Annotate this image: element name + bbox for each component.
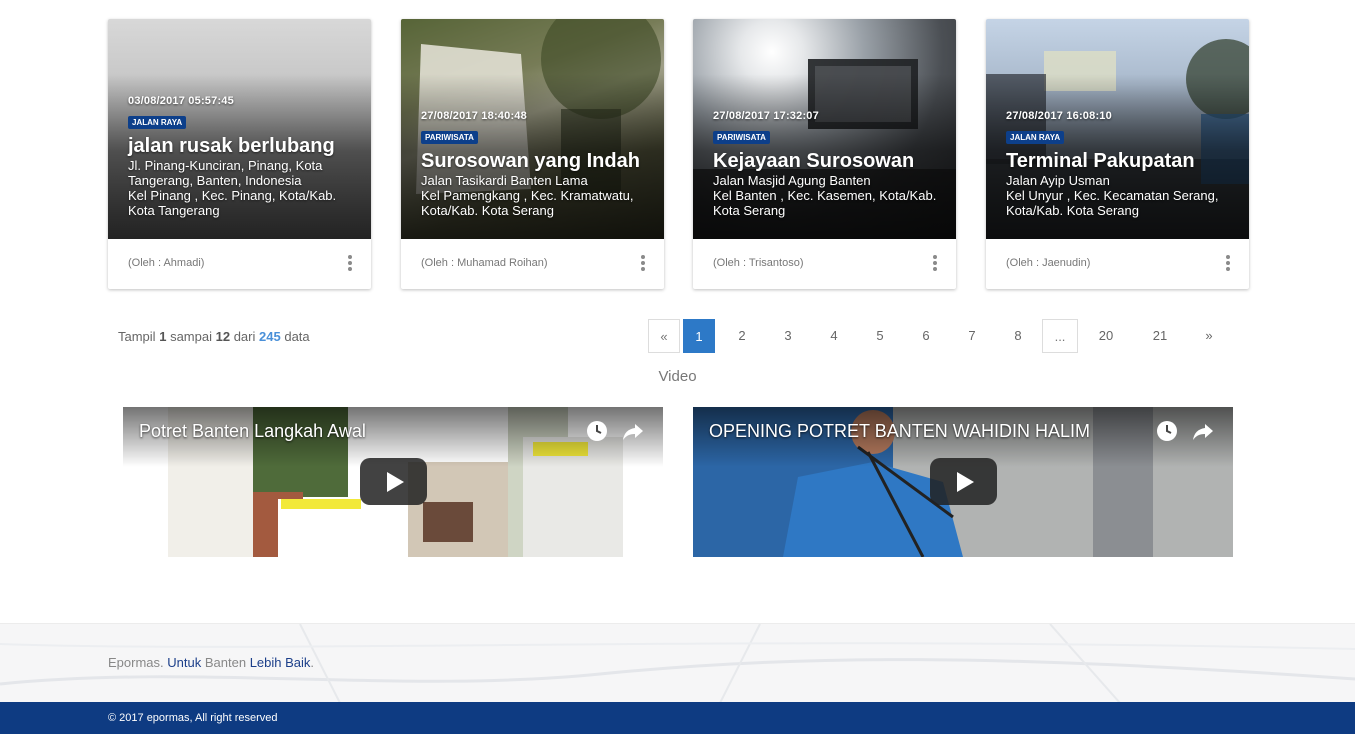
address-line: Kota Tangerang [128, 203, 220, 218]
category-badge: PARIWISATA [713, 131, 770, 144]
more-vertical-icon[interactable] [932, 255, 938, 271]
pagination-ellipsis: ... [1042, 319, 1078, 353]
address-line: Kel Pinang , Kec. Pinang, Kota/Kab. [128, 188, 337, 203]
pagination-page-7[interactable]: 7 [956, 319, 988, 353]
tagline-word: Banten [204, 655, 247, 670]
pagination-page-8[interactable]: 8 [1002, 319, 1034, 353]
pagination-page-4[interactable]: 4 [818, 319, 850, 353]
report-info: 27/08/2017 17:32:07 PARIWISATA Kejayaan … [713, 110, 942, 218]
report-author: (Oleh : Muhamad Roihan) [421, 257, 548, 269]
pagination-page-5[interactable]: 5 [864, 319, 896, 353]
report-author: (Oleh : Jaenudin) [1006, 257, 1091, 269]
report-info: 03/08/2017 05:57:45 JALAN RAYA jalan rus… [128, 95, 357, 218]
copyright-bar: © 2017 epormas, All right reserved [0, 702, 1355, 734]
report-card[interactable]: 27/08/2017 16:08:10 JALAN RAYA Terminal … [986, 19, 1249, 289]
address-line: Jalan Tasikardi Banten Lama [421, 173, 588, 188]
tagline-period: . [310, 655, 315, 670]
pagination-page-6[interactable]: 6 [910, 319, 942, 353]
tagline-word: Lebih Baik [249, 655, 311, 670]
report-address: Jl. Pinang-Kunciran, Pinang, Kota Tanger… [128, 158, 357, 218]
report-datetime: 27/08/2017 16:08:10 [1006, 110, 1112, 122]
summary-suffix: data [284, 329, 310, 344]
report-datetime: 27/08/2017 18:40:48 [421, 110, 527, 122]
report-card-grid: 03/08/2017 05:57:45 JALAN RAYA jalan rus… [108, 19, 1249, 289]
address-line: Kel Banten , Kec. Kasemen, Kota/Kab. [713, 188, 937, 203]
watch-later-icon[interactable] [585, 419, 609, 443]
category-badge: JALAN RAYA [1006, 131, 1065, 144]
tagline-word: Untuk [167, 655, 202, 670]
address-line: Jalan Masjid Agung Banten [713, 173, 871, 188]
report-footer: (Oleh : Muhamad Roihan) [401, 239, 664, 289]
summary-total: 245 [259, 329, 281, 344]
report-info: 27/08/2017 16:08:10 JALAN RAYA Terminal … [1006, 110, 1235, 218]
address-line: Kel Pamengkang , Kec. Kramatwatu, [421, 188, 634, 203]
report-footer: (Oleh : Jaenudin) [986, 239, 1249, 289]
report-datetime: 27/08/2017 17:32:07 [713, 110, 819, 122]
summary-prefix: Tampil [118, 329, 156, 344]
play-icon[interactable] [930, 458, 997, 505]
report-photo[interactable]: 27/08/2017 17:32:07 PARIWISATA Kejayaan … [693, 19, 956, 239]
report-photo[interactable]: 27/08/2017 18:40:48 PARIWISATA Surosowan… [401, 19, 664, 239]
pagination-prev-button[interactable]: « [648, 319, 680, 353]
tagline-brand: Epormas. [108, 655, 164, 670]
pagination-next-button[interactable]: » [1193, 319, 1225, 353]
more-vertical-icon[interactable] [1225, 255, 1231, 271]
report-address: Jalan Ayip Usman Kel Unyur , Kec. Kecama… [1006, 173, 1235, 218]
pagination-page-1[interactable]: 1 [683, 319, 715, 353]
address-line: Kota Serang [713, 203, 786, 218]
report-card[interactable]: 03/08/2017 05:57:45 JALAN RAYA jalan rus… [108, 19, 371, 289]
footer-tagline: Epormas. Untuk Banten Lebih Baik. [108, 655, 314, 670]
report-address: Jalan Masjid Agung Banten Kel Banten , K… [713, 173, 942, 218]
report-title[interactable]: Terminal Pakupatan [1006, 149, 1235, 173]
pagination-page-3[interactable]: 3 [772, 319, 804, 353]
address-line: Kota/Kab. Kota Serang [1006, 203, 1139, 218]
video-title[interactable]: OPENING POTRET BANTEN WAHIDIN HALIM [709, 421, 1090, 442]
category-badge: PARIWISATA [421, 131, 478, 144]
report-card[interactable]: 27/08/2017 17:32:07 PARIWISATA Kejayaan … [693, 19, 956, 289]
report-datetime: 03/08/2017 05:57:45 [128, 95, 234, 107]
summary-of: dari [233, 329, 256, 344]
play-icon[interactable] [360, 458, 427, 505]
report-title[interactable]: Kejayaan Surosowan [713, 149, 942, 173]
report-footer: (Oleh : Ahmadi) [108, 239, 371, 289]
pagination-page-2[interactable]: 2 [726, 319, 758, 353]
summary-to: 12 [215, 329, 231, 344]
report-title[interactable]: jalan rusak berlubang [128, 134, 357, 158]
address-line: Kota/Kab. Kota Serang [421, 203, 554, 218]
pagination-page-21[interactable]: 21 [1144, 319, 1176, 353]
page: 03/08/2017 05:57:45 JALAN RAYA jalan rus… [0, 0, 1355, 734]
copyright-text: © 2017 epormas, All right reserved [108, 712, 278, 724]
footer: Epormas. Untuk Banten Lebih Baik. [0, 623, 1355, 702]
report-photo[interactable]: 27/08/2017 16:08:10 JALAN RAYA Terminal … [986, 19, 1249, 239]
more-vertical-icon[interactable] [347, 255, 353, 271]
report-card[interactable]: 27/08/2017 18:40:48 PARIWISATA Surosowan… [401, 19, 664, 289]
video-player[interactable]: Potret Banten Langkah Awal [123, 407, 663, 557]
report-info: 27/08/2017 18:40:48 PARIWISATA Surosowan… [421, 110, 650, 218]
video-title[interactable]: Potret Banten Langkah Awal [139, 421, 366, 442]
address-line: Jalan Ayip Usman [1006, 173, 1110, 188]
share-icon[interactable] [1191, 419, 1215, 443]
report-footer: (Oleh : Trisantoso) [693, 239, 956, 289]
report-author: (Oleh : Ahmadi) [128, 257, 205, 269]
pagination-page-20[interactable]: 20 [1090, 319, 1122, 353]
video-section-heading: Video [658, 368, 697, 385]
report-photo[interactable]: 03/08/2017 05:57:45 JALAN RAYA jalan rus… [108, 19, 371, 239]
report-title[interactable]: Surosowan yang Indah [421, 149, 650, 173]
summary-mid: sampai [170, 329, 212, 344]
result-summary: Tampil 1 sampai 12 dari 245 data [118, 329, 310, 344]
more-vertical-icon[interactable] [640, 255, 646, 271]
share-icon[interactable] [621, 419, 645, 443]
address-line: Kel Unyur , Kec. Kecamatan Serang, [1006, 188, 1219, 203]
report-address: Jalan Tasikardi Banten Lama Kel Pamengka… [421, 173, 650, 218]
video-player[interactable]: OPENING POTRET BANTEN WAHIDIN HALIM [693, 407, 1233, 557]
report-author: (Oleh : Trisantoso) [713, 257, 804, 269]
address-line: Jl. Pinang-Kunciran, Pinang, Kota [128, 158, 323, 173]
watch-later-icon[interactable] [1155, 419, 1179, 443]
category-badge: JALAN RAYA [128, 116, 187, 129]
address-line: Tangerang, Banten, Indonesia [128, 173, 302, 188]
summary-from: 1 [159, 329, 167, 344]
